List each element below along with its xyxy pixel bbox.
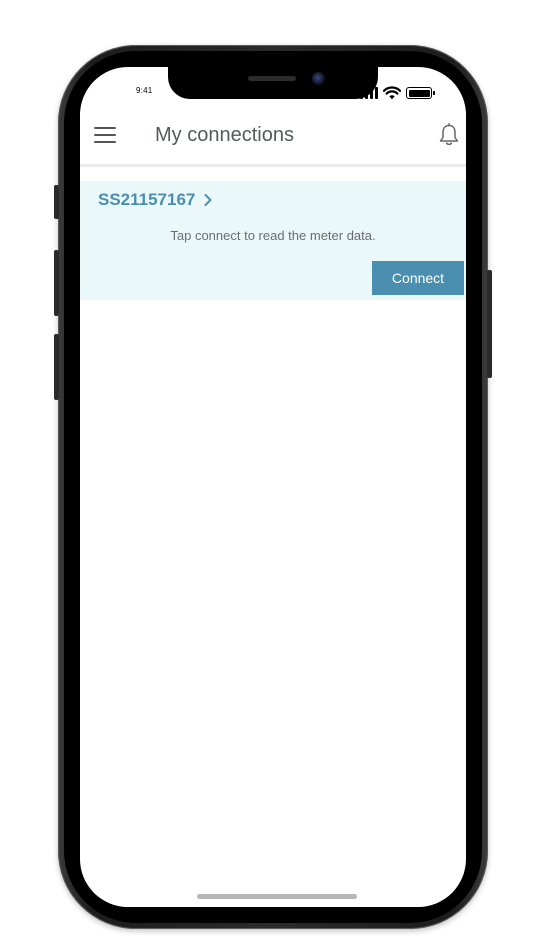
status-icons (360, 86, 435, 100)
volume-down-button (54, 334, 59, 400)
volume-up-button (54, 250, 59, 316)
page-title: My connections (155, 124, 294, 146)
stage: 9:41 My connections SS21157167 Tap conne… (0, 0, 534, 950)
cellular-signal-icon (360, 87, 378, 99)
meter-id: SS21157167 (98, 190, 196, 209)
silent-switch (54, 185, 59, 219)
notch (168, 67, 378, 99)
app-header: My connections (80, 112, 466, 167)
status-time: 9:41 (136, 86, 153, 95)
bell-icon[interactable] (438, 123, 460, 147)
earpiece-speaker (248, 76, 296, 81)
chevron-right-icon (204, 194, 212, 206)
battery-fill (408, 89, 430, 97)
meter-link[interactable]: SS21157167 (98, 190, 213, 210)
connect-hint: Tap connect to read the meter data. (170, 228, 376, 243)
power-button (487, 270, 492, 378)
connect-button[interactable]: Connect (372, 261, 464, 295)
wifi-icon (383, 86, 401, 100)
connection-card: SS21157167 Tap connect to read the meter… (80, 181, 466, 300)
battery-icon (406, 87, 435, 99)
front-camera (312, 72, 325, 85)
hamburger-menu-icon[interactable] (94, 127, 116, 143)
phone-screen: 9:41 My connections SS21157167 Tap conne… (80, 67, 466, 907)
home-indicator[interactable] (197, 894, 357, 899)
